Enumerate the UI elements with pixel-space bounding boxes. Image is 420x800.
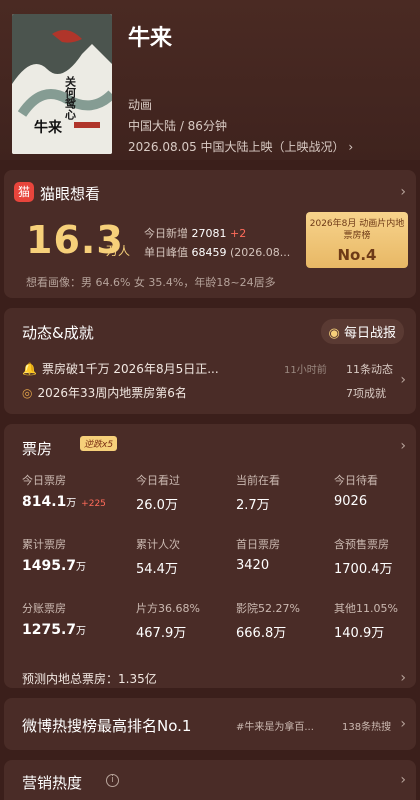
dynamics-card[interactable]: 动态&成就 ◉ 每日战报 🔔 票房破1千万 2026年8月5日正... 11小时前… <box>4 308 416 414</box>
reverse-rise-badge: 逆跌x5 <box>80 436 118 451</box>
chevron-right-icon: › <box>348 140 354 154</box>
boxoffice-card[interactable]: 票房 › 今日票房 814.1万 +225 今日看过 26.0万 当前在看 2.… <box>4 424 416 688</box>
chevron-right-icon[interactable]: › <box>400 772 406 788</box>
movie-poster[interactable]: 关何鸳心 牛来 <box>12 14 112 154</box>
movie-header: 关何鸳心 牛来 牛来 动画 中国大陆 / 86分钟 2026.08.05 中国大… <box>0 0 420 160</box>
chevron-right-icon[interactable]: › <box>400 438 406 454</box>
movie-title: 牛来 <box>128 26 173 51</box>
stat-value: 467.9万 <box>136 626 187 641</box>
stat-value: 140.9万 <box>334 626 385 641</box>
stat-cinema-share: 影院52.27% 666.8万 <box>236 600 336 641</box>
chevron-right-icon[interactable]: › <box>400 184 406 200</box>
rank-badge[interactable]: 2026年8月 动画片内地票房榜 No.4 <box>306 212 408 268</box>
weibo-hashtag: #牛来是为拿百... <box>236 722 314 733</box>
stat-value: 3420 <box>236 558 270 573</box>
dynamics-title: 动态&成就 <box>22 324 94 342</box>
stat-label: 今日待看 <box>334 474 378 487</box>
stat-value: 666.8万 <box>236 626 287 641</box>
audience-portrait: 想看画像：男 64.6% 女 35.4%，年龄18~24居多 <box>26 276 276 289</box>
stat-value: 26.0万 <box>136 498 178 513</box>
chevron-right-icon[interactable]: › <box>400 372 406 388</box>
today-new-delta: +2 <box>230 227 247 240</box>
movie-genre: 动画 <box>128 98 153 112</box>
boxoffice-title: 票房 <box>22 440 53 458</box>
weibo-title: 微博热搜榜最高排名No.1 <box>22 717 192 735</box>
dynamics-count: 11条动态 <box>346 363 393 376</box>
stat-label: 首日票房 <box>236 538 280 551</box>
stat-total-boxoffice: 累计票房 1495.7万 <box>22 536 122 574</box>
stat-value: 814.1万 +225 <box>22 494 106 510</box>
stat-label: 影院52.27% <box>236 602 300 615</box>
stat-now-watching: 当前在看 2.7万 <box>236 472 336 513</box>
stat-total-admissions: 累计人次 54.4万 <box>136 536 236 577</box>
peak-value: 68459 <box>191 246 227 259</box>
stat-today-pending: 今日待看 9026 <box>334 472 420 509</box>
marketing-title: 营销热度 <box>22 774 83 792</box>
svg-text:牛来: 牛来 <box>34 119 63 136</box>
rank-title: 2026年8月 动画片内地票房榜 <box>309 219 405 241</box>
maoyan-logo-icon: 猫 <box>14 182 34 202</box>
info-icon[interactable]: i <box>106 774 119 787</box>
stat-label: 片方36.68% <box>136 602 200 615</box>
daily-report-label: 每日战报 <box>343 326 396 341</box>
peak-label: 单日峰值 <box>144 246 188 259</box>
medal-icon: ◎ <box>22 386 33 400</box>
stat-label: 今日票房 <box>22 474 66 487</box>
maoyan-want-card[interactable]: 猫 猫眼想看 › 16.3 万人 今日新增 27081 +2 单日峰值 6845… <box>4 170 416 298</box>
stat-first-day: 首日票房 3420 <box>236 536 336 573</box>
today-new-value: 27081 <box>191 227 227 240</box>
rank-value: No.4 <box>337 246 377 264</box>
peak-stat: 单日峰值 68459 (2026.08... <box>144 244 290 260</box>
stat-label: 分账票房 <box>22 602 66 615</box>
marketing-card[interactable]: 营销热度 i › <box>4 760 416 800</box>
stat-value: 1495.7万 <box>22 558 87 574</box>
stat-label: 含预售票房 <box>334 538 389 551</box>
svg-text:关何鸳心: 关何鸳心 <box>64 75 77 121</box>
today-new-label: 今日新增 <box>144 227 188 240</box>
stat-today-watched: 今日看过 26.0万 <box>136 472 236 513</box>
stat-label: 累计票房 <box>22 538 66 551</box>
poster-art: 关何鸳心 牛来 <box>12 14 112 154</box>
peak-date: (2026.08... <box>230 246 291 259</box>
weibo-count: 138条热搜 <box>342 722 392 733</box>
maoyan-title: 猫眼想看 <box>40 185 101 203</box>
achievement-count: 7项成就 <box>346 387 386 400</box>
weibo-hot-card[interactable]: 微博热搜榜最高排名No.1 #牛来是为拿百... 138条热搜 › <box>4 698 416 750</box>
stat-producer-share: 片方36.68% 467.9万 <box>136 600 236 641</box>
predicted-total: 预测内地总票房：1.35亿 <box>22 672 157 686</box>
stat-label: 其他11.05% <box>334 602 398 615</box>
stat-label: 累计人次 <box>136 538 180 551</box>
bell-icon: 🔔 <box>22 362 37 376</box>
stat-with-presale: 含预售票房 1700.4万 <box>334 536 420 577</box>
release-status-link[interactable]: 战况） <box>309 140 345 154</box>
stat-value: 1700.4万 <box>334 562 393 577</box>
report-icon: ◉ <box>328 326 340 341</box>
want-unit: 万人 <box>106 244 131 258</box>
stat-value: 54.4万 <box>136 562 178 577</box>
chevron-right-icon[interactable]: › <box>400 716 406 732</box>
stat-today-boxoffice: 今日票房 814.1万 +225 <box>22 472 122 510</box>
stat-value: 2.7万 <box>236 498 270 513</box>
release-date-text: 2026.08.05 中国大陆上映（上映 <box>128 140 309 154</box>
dynamics-item-text: 票房破1千万 2026年8月5日正... <box>41 362 219 376</box>
movie-region-duration: 中国大陆 / 86分钟 <box>128 119 227 133</box>
movie-release[interactable]: 2026.08.05 中国大陆上映（上映战况） › <box>128 138 353 155</box>
dynamics-item[interactable]: 🔔 票房破1千万 2026年8月5日正... <box>22 360 219 377</box>
stat-value: 9026 <box>334 494 368 509</box>
stat-split-boxoffice: 分账票房 1275.7万 <box>22 600 122 638</box>
stat-label: 今日看过 <box>136 474 180 487</box>
dynamics-item-time: 11小时前 <box>284 365 327 376</box>
stat-label: 当前在看 <box>236 474 280 487</box>
stat-other-share: 其他11.05% 140.9万 <box>334 600 420 641</box>
stat-value: 1275.7万 <box>22 622 87 638</box>
achievement-item[interactable]: ◎ 2026年33周内地票房第6名 <box>22 384 187 401</box>
today-new-stat: 今日新增 27081 +2 <box>144 225 246 241</box>
daily-report-button[interactable]: ◉ 每日战报 <box>320 319 404 344</box>
chevron-right-icon[interactable]: › <box>400 670 406 686</box>
achievement-item-text: 2026年33周内地票房第6名 <box>37 386 187 400</box>
